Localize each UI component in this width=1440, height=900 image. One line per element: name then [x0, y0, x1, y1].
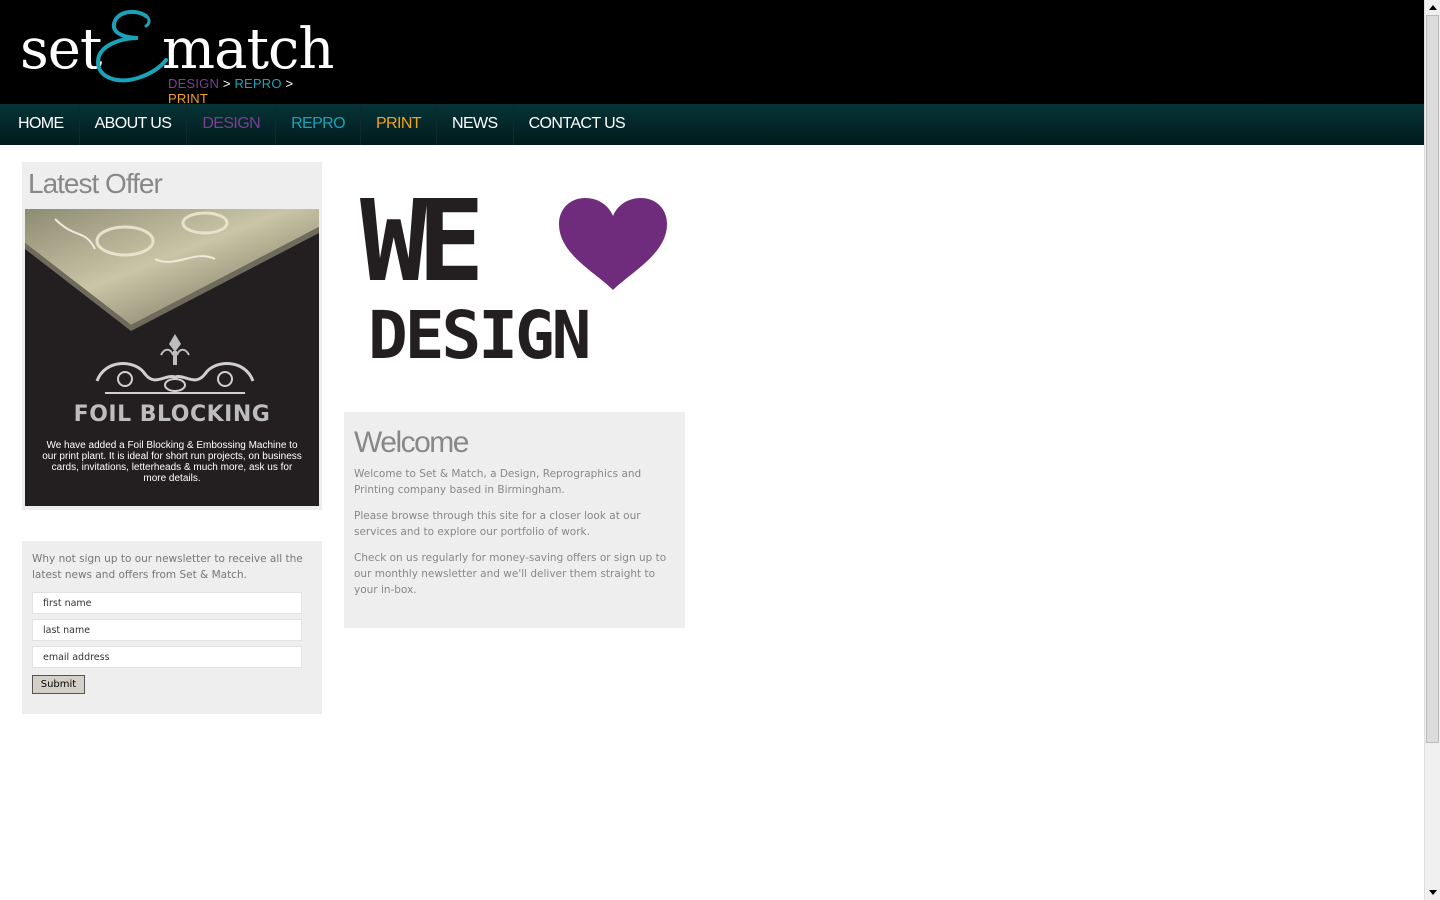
welcome-paragraph: Please browse through this site for a cl… — [354, 510, 641, 538]
site-header: set match DESIGN > REPRO > PRINT — [0, 0, 1424, 106]
ampersand-icon — [95, 9, 168, 83]
welcome-panel: Welcome Welcome to Set & Match, a Design… — [344, 412, 685, 628]
hero-line-design: DESIGN — [368, 297, 591, 374]
newsletter-panel: Why not sign up to our newsletter to rec… — [22, 541, 322, 714]
welcome-paragraph: Check on us regularly for money-saving o… — [354, 552, 667, 596]
email-field[interactable] — [32, 646, 302, 668]
scroll-up-button[interactable] — [1425, 0, 1440, 15]
tagline-separator: > — [219, 76, 235, 91]
arrow-down-icon — [1429, 890, 1437, 895]
foil-blocking-heading: FOIL BLOCKING — [73, 402, 271, 427]
tagline-repro: REPRO — [234, 76, 282, 91]
logo-tagline: DESIGN > REPRO > PRINT — [168, 76, 330, 106]
last-name-field[interactable] — [32, 619, 302, 641]
first-name-field[interactable] — [32, 592, 302, 614]
main-nav: HOME ABOUT US DESIGN REPRO PRINT NEWS CO… — [0, 104, 1424, 145]
welcome-paragraph: Welcome to Set & Match, a Design, Reprog… — [354, 468, 642, 496]
logo-word-match: match — [162, 17, 334, 82]
site-logo[interactable]: set match DESIGN > REPRO > PRINT — [20, 8, 334, 106]
latest-offer-title: Latest Offer — [28, 168, 163, 199]
nav-print[interactable]: PRINT — [361, 104, 437, 145]
hero-line-we: WE — [360, 177, 485, 307]
vertical-scrollbar[interactable] — [1424, 0, 1440, 900]
nav-repro[interactable]: REPRO — [276, 104, 361, 145]
foil-plate-graphic — [25, 209, 319, 394]
tagline-separator: > — [281, 76, 294, 91]
newsletter-intro: Why not sign up to our newsletter to rec… — [32, 553, 303, 581]
nav-news[interactable]: NEWS — [437, 104, 514, 145]
scrollbar-thumb[interactable] — [1426, 15, 1439, 743]
foil-blocking-description: We have added a Foil Blocking & Embossin… — [42, 440, 302, 484]
welcome-title: Welcome — [354, 426, 469, 459]
page: set match DESIGN > REPRO > PRINT HOME AB… — [0, 0, 1424, 900]
submit-button[interactable]: Submit — [32, 675, 85, 694]
nav-design[interactable]: DESIGN — [187, 104, 277, 145]
foil-blocking-offer-image[interactable]: FOIL BLOCKING We have added a Foil Block… — [25, 209, 319, 506]
tagline-design: DESIGN — [168, 76, 220, 91]
latest-offer-panel: Latest Offer FOIL BLOCKING We have added… — [22, 162, 322, 510]
scroll-down-button[interactable] — [1425, 885, 1440, 900]
heart-icon — [559, 198, 667, 290]
nav-home[interactable]: HOME — [0, 104, 80, 145]
nav-about-us[interactable]: ABOUT US — [80, 104, 188, 145]
nav-contact-us[interactable]: CONTACT US — [514, 104, 641, 145]
we-love-design-banner: WE DESIGN — [355, 180, 675, 380]
arrow-up-icon — [1429, 5, 1437, 10]
